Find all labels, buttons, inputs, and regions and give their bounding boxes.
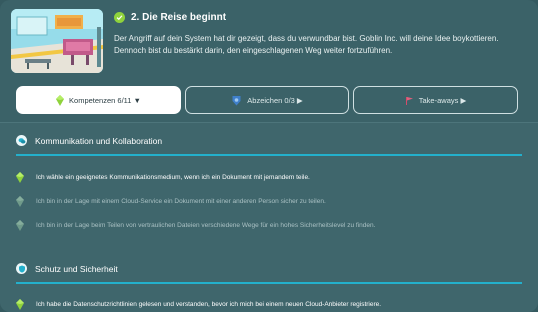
section-title: Kommunikation und Kollaboration	[35, 135, 163, 146]
check-icon	[114, 12, 125, 23]
tab-abzeichen[interactable]: Abzeichen 0/3 ▶	[185, 86, 349, 114]
title-row: 2. Die Reise beginnt	[114, 12, 226, 23]
list-item: Ich wähle ein geeignetes Kommunikationsm…	[16, 172, 310, 183]
flag-icon	[405, 96, 413, 105]
gem-icon	[16, 299, 24, 310]
gem-icon	[16, 172, 24, 183]
section-title: Schutz und Sicherheit	[35, 263, 118, 274]
chat-icon	[16, 135, 27, 146]
gem-icon	[56, 94, 65, 106]
tab-bar: Kompetenzen 6/11 ▼ Abzeichen 0/3 ▶ Take-…	[16, 86, 518, 114]
section-header-kommunikation: Kommunikation und Kollaboration	[16, 135, 162, 146]
level-thumbnail	[11, 9, 103, 73]
tab-abzeichen-label: Abzeichen 0/3 ▶	[247, 95, 303, 105]
competence-list: Kommunikation und Kollaboration Ich wähl…	[0, 122, 538, 312]
section-divider	[16, 154, 522, 156]
list-item: Ich habe die Datenschutzrichtlinien gele…	[16, 299, 381, 310]
section-header-schutz: Schutz und Sicherheit	[16, 263, 118, 274]
gem-icon	[16, 220, 24, 231]
list-item: Ich bin in der Lage beim Teilen von vert…	[16, 220, 375, 231]
competence-text: Ich bin in der Lage beim Teilen von vert…	[36, 222, 376, 229]
competence-text: Ich wähle ein geeignetes Kommunikationsm…	[36, 174, 310, 181]
badge-icon	[232, 95, 241, 105]
gem-icon	[16, 196, 24, 207]
app-frame: 2. Die Reise beginnt Der Angriff auf dei…	[0, 0, 538, 312]
train-station-illustration	[11, 9, 103, 73]
competence-text: Ich habe die Datenschutzrichtlinien gele…	[36, 301, 382, 308]
tab-kompetenzen[interactable]: Kompetenzen 6/11 ▼	[16, 86, 181, 114]
list-item: Ich bin in der Lage mit einem Cloud-Serv…	[16, 196, 326, 207]
level-header: 2. Die Reise beginnt Der Angriff auf dei…	[0, 0, 538, 80]
tab-take-aways-label: Take-aways ▶	[418, 95, 467, 105]
shield-icon	[16, 263, 27, 274]
tab-kompetenzen-label: Kompetenzen 6/11 ▼	[69, 95, 141, 105]
tab-take-aways[interactable]: Take-aways ▶	[353, 86, 518, 114]
level-description: Der Angriff auf dein System hat dir geze…	[114, 34, 499, 55]
level-title: 2. Die Reise beginnt	[131, 12, 227, 23]
competence-text: Ich bin in der Lage mit einem Cloud-Serv…	[36, 198, 326, 205]
section-divider	[16, 282, 522, 284]
